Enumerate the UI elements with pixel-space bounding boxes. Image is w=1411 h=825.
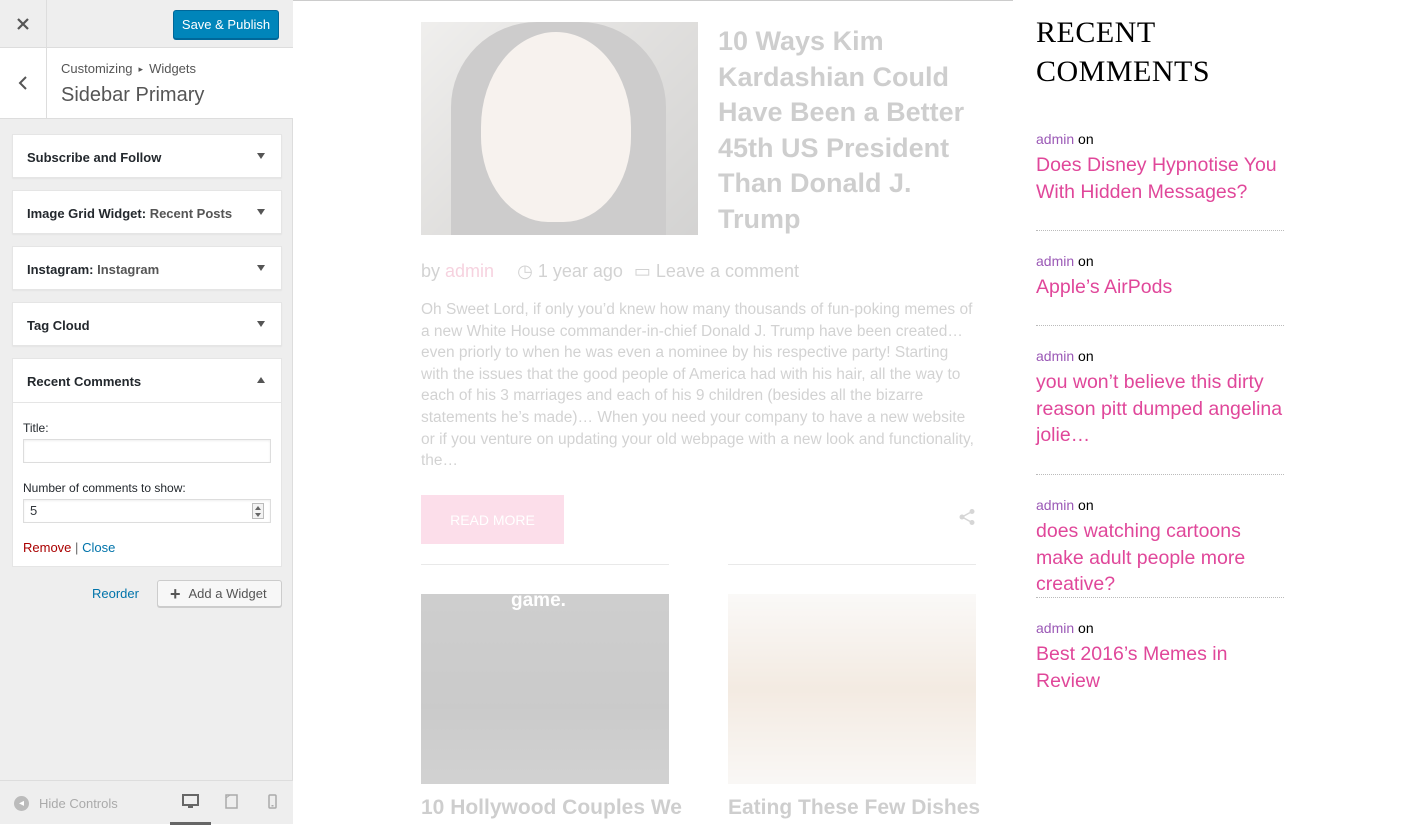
widget-instance-title: Instagram <box>97 262 160 277</box>
grid-post-image[interactable] <box>728 594 976 784</box>
caret-down-icon[interactable] <box>257 265 265 271</box>
desktop-device-icon[interactable] <box>182 794 199 809</box>
site-preview: 10 Ways Kim Kardashian Could Have Been a… <box>293 0 1411 824</box>
comment-icon: ▭ <box>633 261 651 281</box>
comment-author-link[interactable]: admin <box>1036 497 1074 513</box>
featured-post-title[interactable]: 10 Ways Kim Kardashian Could Have Been a… <box>718 24 978 237</box>
plus-icon: + <box>170 583 181 604</box>
breadcrumb-child: Widgets <box>149 61 197 76</box>
hide-controls-button[interactable]: ◂ Hide Controls <box>14 796 118 811</box>
share-icon[interactable] <box>958 508 976 531</box>
recent-comment-item: admin on you won’t believe this dirty re… <box>1036 348 1284 449</box>
add-widget-button[interactable]: + Add a Widget <box>157 580 282 607</box>
comment-separator <box>1036 597 1284 598</box>
count-value: 5 <box>30 503 38 518</box>
caret-down-icon[interactable] <box>257 321 265 327</box>
save-publish-button[interactable]: Save & Publish <box>173 10 279 39</box>
comment-post-link[interactable]: does watching cartoons make adult people… <box>1036 518 1284 598</box>
collapse-arrow-icon: ◂ <box>14 796 29 811</box>
recent-comment-item: admin on Does Disney Hypnotise You With … <box>1036 131 1284 205</box>
chevron-left-icon <box>18 76 27 90</box>
recent-comment-item: admin on Apple’s AirPods <box>1036 253 1284 301</box>
breadcrumb-parent: Customizing <box>61 61 133 76</box>
comment-author-link[interactable]: admin <box>1036 253 1074 269</box>
close-icon <box>17 18 29 30</box>
preview-top-border <box>293 0 1013 1</box>
post-meta: by admin ◷ 1 year ago ▭ Leave a comment <box>421 261 799 282</box>
caret-down-icon[interactable] <box>257 209 265 215</box>
section-header: Customizing ▸ Widgets Sidebar Primary <box>0 48 293 119</box>
recent-comment-item: admin on Best 2016’s Memes in Review <box>1036 620 1284 694</box>
widget-tag-cloud[interactable]: Tag Cloud <box>12 302 282 346</box>
number-spinner[interactable] <box>252 503 264 519</box>
widget-title: Tag Cloud <box>27 318 90 333</box>
comment-post-link[interactable]: you won’t believe this dirty reason pitt… <box>1036 369 1284 449</box>
widget-recent-comments: Recent Comments Title: Number of comment… <box>12 358 282 567</box>
clock-icon: ◷ <box>517 261 533 281</box>
by-label: by <box>421 261 441 281</box>
comment-author-link[interactable]: admin <box>1036 348 1074 364</box>
widget-actions: Remove | Close <box>23 540 115 555</box>
post-author-link[interactable]: admin <box>445 261 494 281</box>
recent-comments-heading: RECENT COMMENTS <box>1036 16 1211 88</box>
widget-title: Image Grid Widget: Recent Posts <box>27 206 233 221</box>
comment-author-link[interactable]: admin <box>1036 131 1074 147</box>
grid-post-image[interactable]: game. <box>421 590 669 784</box>
widget-title: Recent Comments <box>27 374 142 389</box>
remove-link[interactable]: Remove <box>23 540 71 555</box>
close-customizer-button[interactable] <box>0 0 47 48</box>
actions-divider: | <box>75 540 79 555</box>
comment-separator <box>1036 474 1284 475</box>
comment-post-link[interactable]: Apple’s AirPods <box>1036 274 1284 301</box>
caret-down-icon[interactable] <box>257 153 265 159</box>
tablet-device-icon[interactable] <box>225 794 238 809</box>
reorder-link[interactable]: Reorder <box>92 586 139 601</box>
title-label: Title: <box>23 421 49 435</box>
widget-image-grid[interactable]: Image Grid Widget: Recent Posts <box>12 190 282 234</box>
image-face-shape <box>481 32 631 222</box>
title-input[interactable] <box>23 439 271 463</box>
widget-title: Instagram: Instagram <box>27 262 160 277</box>
comment-separator <box>1036 325 1284 326</box>
hide-controls-label: Hide Controls <box>39 796 118 811</box>
comment-post-link[interactable]: Best 2016’s Memes in Review <box>1036 641 1284 694</box>
comments-link[interactable]: Leave a comment <box>656 261 799 281</box>
close-link[interactable]: Close <box>82 540 115 555</box>
widget-header[interactable]: Recent Comments <box>13 359 281 403</box>
count-label: Number of comments to show: <box>23 481 186 495</box>
widget-instance-title: Recent Posts <box>149 206 233 221</box>
recent-comment-item: admin on does watching cartoons make adu… <box>1036 497 1284 598</box>
widget-title: Subscribe and Follow <box>27 150 162 165</box>
breadcrumb-separator-icon: ▸ <box>138 64 144 74</box>
count-input[interactable]: 5 <box>23 499 271 523</box>
image-caption-text: game. <box>511 590 566 611</box>
back-button[interactable] <box>0 48 47 118</box>
comment-author-link[interactable]: admin <box>1036 620 1074 636</box>
grid-post-title[interactable]: 10 Hollywood Couples We <box>421 796 682 820</box>
widget-instagram[interactable]: Instagram: Instagram <box>12 246 282 290</box>
add-widget-label: Add a Widget <box>188 586 267 601</box>
grid-post-title[interactable]: Eating These Few Dishes <box>728 796 980 820</box>
breadcrumb: Customizing ▸ Widgets <box>61 61 196 76</box>
post-time: 1 year ago <box>537 261 623 281</box>
customizer-footer: ◂ Hide Controls <box>0 780 293 825</box>
caret-up-icon[interactable] <box>257 377 265 383</box>
comment-separator <box>1036 230 1284 231</box>
customizer-sidebar: Save & Publish Customizing ▸ Widgets Sideb… <box>0 0 293 825</box>
divider <box>728 564 976 565</box>
featured-post-image[interactable] <box>421 22 698 235</box>
customizer-header-actions: Save & Publish <box>0 0 293 48</box>
widget-subscribe-and-follow[interactable]: Subscribe and Follow <box>12 134 282 178</box>
post-excerpt: Oh Sweet Lord, if only you’d knew how ma… <box>421 301 974 470</box>
comment-post-link[interactable]: Does Disney Hypnotise You With Hidden Me… <box>1036 152 1284 205</box>
section-title: Sidebar Primary <box>61 84 205 106</box>
divider <box>421 564 669 565</box>
mobile-device-icon[interactable] <box>268 794 277 809</box>
read-more-button[interactable]: READ MORE <box>421 495 564 544</box>
